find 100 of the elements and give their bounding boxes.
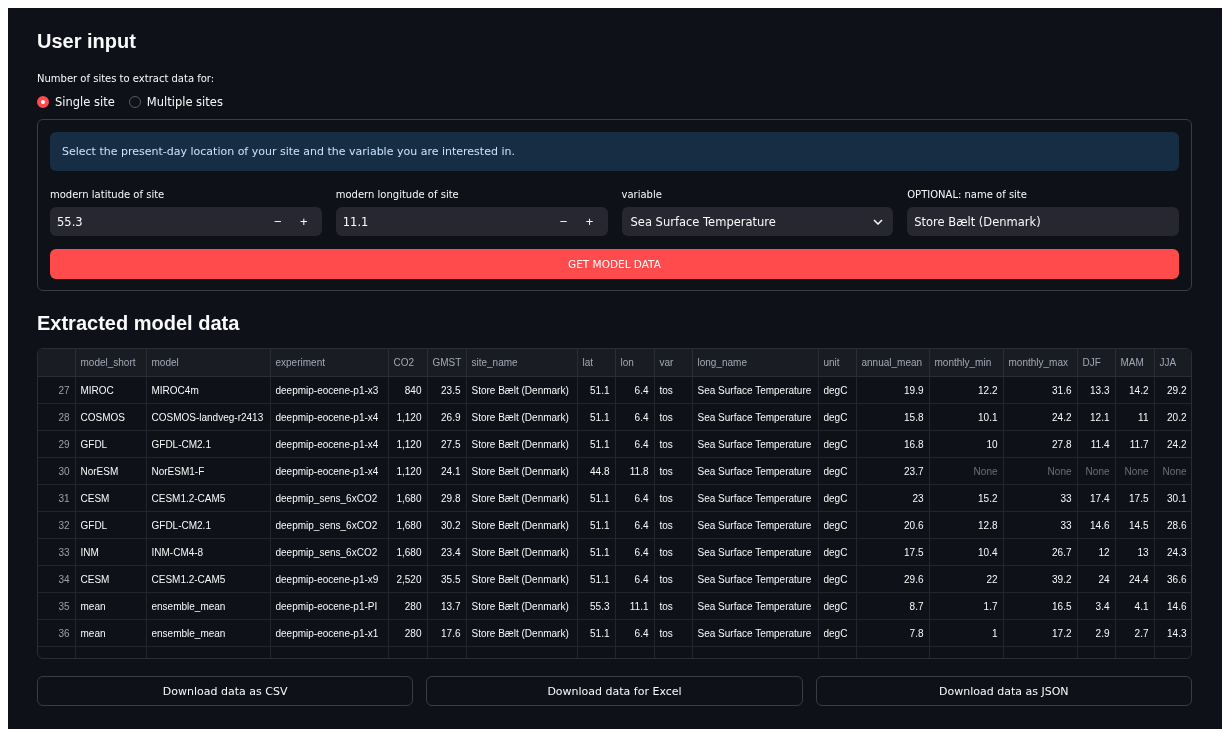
column-header[interactable]: MAM [1115,349,1154,377]
table-cell: 13.7 [427,592,466,620]
table-cell: None [929,457,1003,485]
table-cell: Sea Surface Temperature [692,376,818,404]
table-cell: 840 [388,376,427,404]
table-cell: 6.4 [615,619,654,647]
field-label: Number of sites to extract data for: [37,73,216,84]
table-cell: 8.7 [856,592,929,620]
table-cell: 22 [929,565,1003,593]
column-header[interactable]: annual_mean [856,349,929,377]
increment-button[interactable]: + [291,214,316,229]
table-cell: Store Bælt (Denmark) [466,592,577,620]
field-label: modern latitude of site [50,189,166,200]
table-cell: GFDL [75,430,146,458]
table-cell: Store Bælt (Denmark) [466,565,577,593]
table-cell: 23.4 [427,538,466,566]
row-index: 36 [38,619,75,647]
column-header[interactable]: CO2 [388,349,427,377]
column-header[interactable]: lon [615,349,654,377]
table-cell: 55.3 [577,592,615,620]
decrement-button[interactable]: − [265,214,290,229]
row-index: 35 [38,592,75,620]
row-index: 29 [38,430,75,458]
table-cell: 1,680 [388,484,427,512]
table-cell: Store Bælt (Denmark) [466,403,577,431]
table-cell: tos [654,565,692,593]
column-header[interactable]: lat [577,349,615,377]
table-cell: Sea Surface Temperature [692,484,818,512]
table-cell: 2.9 [1077,619,1115,647]
table-cell: 30.2 [427,511,466,539]
table-cell: tos [654,511,692,539]
number-input[interactable]: 55.3 − + [50,207,322,236]
download-button[interactable]: Download data as CSV [37,676,414,706]
column-header[interactable]: JJA [1154,349,1191,377]
table-cell: Store Bælt (Denmark) [466,376,577,404]
table-cell: 11.4 [1077,430,1115,458]
table-cell: Sea Surface Temperature [692,430,818,458]
column-header[interactable]: model_short [75,349,146,377]
table-cell: Store Bælt (Denmark) [466,457,577,485]
section-title: Extracted model data [37,312,241,335]
decrement-button[interactable]: − [551,214,576,229]
radio-option[interactable]: Multiple sites [128,95,223,109]
row-index: 27 [38,376,75,404]
table-cell: 1,120 [388,457,427,485]
table-cell: 6.4 [615,430,654,458]
table-cell: None [1115,457,1154,485]
table-cell: tos [654,592,692,620]
table-cell: COSMOS-landveg-r2413 [146,403,270,431]
table-cell: 51.1 [577,484,615,512]
table-cell: MIROC4m [146,376,270,404]
table-cell: 12.2 [929,376,1003,404]
table-cell: Sea Surface Temperature [692,592,818,620]
column-header[interactable]: GMST [427,349,466,377]
table-cell: 1,120 [388,430,427,458]
table-cell: INM [75,538,146,566]
table-cell: 1 [929,619,1003,647]
column-header[interactable]: monthly_min [929,349,1003,377]
table-cell: degC [818,619,856,647]
table-cell: 27.8 [1003,430,1077,458]
table-cell: 24.4 [1115,565,1154,593]
table-cell: 17.5 [856,538,929,566]
section-title: User input [37,30,137,53]
column-header[interactable]: monthly_max [1003,349,1077,377]
table-cell: tos [654,376,692,404]
column-header[interactable]: site_name [466,349,577,377]
input-value: 11.1 [342,214,369,229]
table-cell: 35.5 [427,565,466,593]
table-cell: 23.5 [427,376,466,404]
table-cell: 23.7 [856,457,929,485]
table-cell: 10.1 [929,403,1003,431]
text-input[interactable]: Store Bælt (Denmark) [907,207,1179,236]
select-field[interactable]: Sea Surface Temperature [621,207,894,236]
table-cell: 33 [1003,511,1077,539]
table-cell: 51.1 [577,376,615,404]
column-header[interactable]: unit [818,349,856,377]
radio-option[interactable]: Single site [37,95,115,109]
row-index: 34 [38,565,75,593]
table-cell: deepmip-eocene-p1-x3 [270,376,388,404]
download-button[interactable]: Download data for Excel [426,676,803,706]
column-header[interactable]: model [146,349,270,377]
table-cell: 17.4 [1077,484,1115,512]
number-input[interactable]: 11.1 − + [335,207,608,236]
table-cell: 39.2 [1003,565,1077,593]
table-cell: deepmip-eocene-p1-PI [270,592,388,620]
download-button[interactable]: Download data as JSON [815,676,1192,706]
table-cell: deepmip-eocene-p1-x4 [270,403,388,431]
column-header[interactable]: long_name [692,349,818,377]
table-cell: mean [75,619,146,647]
field-label: modern longitude of site [335,189,460,200]
column-header[interactable]: DJF [1077,349,1115,377]
table-cell: 20.2 [1154,403,1191,431]
column-header[interactable]: experiment [270,349,388,377]
table-cell: deepmip_sens_6xCO2 [270,511,388,539]
table-cell: 31.6 [1003,376,1077,404]
column-header[interactable]: var [654,349,692,377]
increment-button[interactable]: + [577,214,602,229]
table-cell: INM-CM4-8 [146,538,270,566]
table-cell: degC [818,376,856,404]
table-cell: 2,520 [388,565,427,593]
table-cell: degC [818,592,856,620]
